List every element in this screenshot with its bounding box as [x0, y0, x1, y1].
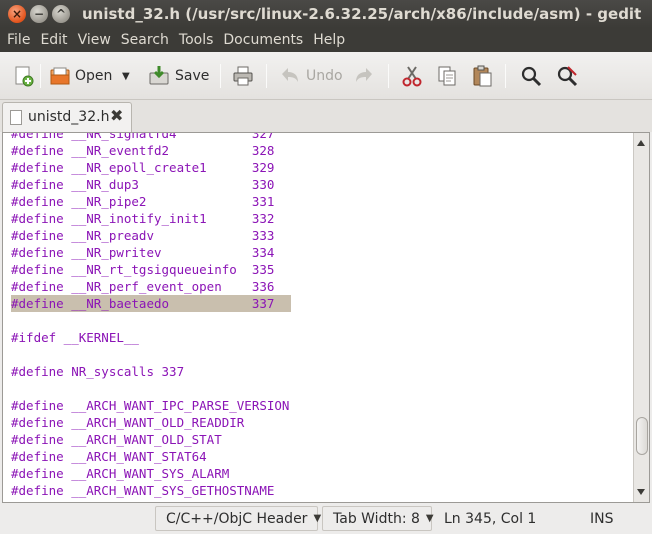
- document-icon: [10, 110, 22, 125]
- code-line: #define __NR_preadv 333: [11, 228, 275, 243]
- code-line: #define __NR_dup3 330: [11, 177, 275, 192]
- close-window-button[interactable]: ×: [8, 5, 26, 23]
- find-replace-button[interactable]: [556, 62, 578, 90]
- code-line: #define __ARCH_WANT_STAT64: [11, 449, 207, 464]
- chevron-down-icon: ▼: [122, 70, 130, 82]
- new-document-button[interactable]: [12, 62, 34, 90]
- cut-button[interactable]: [401, 62, 423, 90]
- code-line: #define __ARCH_WANT_OLD_STAT: [11, 432, 222, 447]
- text-editor[interactable]: #define __NR_signalfd4 327 #define __NR_e…: [3, 133, 633, 502]
- print-button[interactable]: [232, 62, 254, 90]
- window-title: unistd_32.h (/usr/src/linux-2.6.32.25/ar…: [82, 5, 642, 23]
- undo-button[interactable]: Undo: [279, 62, 343, 90]
- code-line: #define __ARCH_WANT_IPC_PARSE_VERSION: [11, 398, 290, 413]
- copy-icon: [438, 66, 456, 86]
- code-line: #define __NR_epoll_create1 329: [11, 160, 275, 175]
- code-line: #define NR_syscalls 337: [11, 364, 185, 379]
- code-line: #define __NR_eventfd2 328: [11, 143, 275, 158]
- close-icon: ×: [11, 7, 23, 21]
- undo-label: Undo: [306, 68, 343, 84]
- title-bar: × − ^ unistd_32.h (/usr/src/linux-2.6.32…: [0, 0, 652, 28]
- undo-icon: [282, 68, 298, 82]
- redo-icon: [356, 68, 372, 82]
- vertical-scrollbar[interactable]: [633, 133, 649, 502]
- menu-tools[interactable]: Tools: [172, 32, 214, 48]
- open-recent-dropdown[interactable]: ▼: [122, 62, 130, 90]
- code-line: #define __NR_signalfd4 327: [11, 133, 275, 141]
- paste-button[interactable]: [471, 62, 493, 90]
- toolbar-separator: [266, 64, 267, 88]
- editor-frame: #define __NR_signalfd4 327 #define __NR_e…: [2, 132, 650, 503]
- open-button[interactable]: Open: [49, 62, 112, 90]
- language-selector[interactable]: C/C++/ObjC Header ▼: [155, 506, 322, 531]
- scissors-icon: [402, 66, 422, 87]
- tab-width-label: Tab Width: 8: [333, 510, 420, 527]
- tab-unistd-32-h[interactable]: unistd_32.h ✖: [2, 102, 132, 132]
- menu-documents[interactable]: Documents: [216, 32, 303, 48]
- code-content: #define __NR_signalfd4 327 #define __NR_e…: [11, 133, 291, 499]
- scroll-up-arrow-icon[interactable]: [637, 140, 645, 146]
- menu-bar: File Edit View Search Tools Documents He…: [0, 28, 652, 52]
- code-line: #define __NR_rt_tgsigqueueinfo 335: [11, 262, 275, 277]
- open-label: Open: [75, 68, 113, 84]
- magnifier-icon: [521, 66, 542, 87]
- code-line: #ifdef __KERNEL__: [11, 330, 139, 345]
- tab-label: unistd_32.h: [28, 109, 110, 125]
- toolbar-separator: [505, 64, 506, 88]
- menu-file[interactable]: File: [0, 32, 30, 48]
- minimize-window-button[interactable]: −: [30, 5, 48, 23]
- chevron-down-icon: ▼: [425, 513, 434, 524]
- minimize-icon: −: [33, 7, 45, 21]
- code-line: #define __ARCH_WANT_OLD_READDIR: [11, 415, 245, 430]
- save-icon: [149, 66, 169, 85]
- menu-help[interactable]: Help: [306, 32, 345, 48]
- new-document-icon: [15, 66, 34, 87]
- code-line: #define __NR_pwritev 334: [11, 245, 275, 260]
- maximize-window-button[interactable]: ^: [52, 5, 70, 23]
- maximize-icon: ^: [55, 7, 67, 21]
- toolbar: Open ▼ Save Undo: [0, 52, 652, 100]
- code-line: #define __NR_baetaedo 337: [11, 295, 291, 312]
- code-line: #define __NR_perf_event_open 336: [11, 279, 275, 294]
- toolbar-separator: [388, 64, 389, 88]
- save-label: Save: [175, 68, 210, 84]
- find-replace-icon: [557, 66, 578, 87]
- toolbar-separator: [220, 64, 221, 88]
- printer-icon: [233, 66, 253, 86]
- language-label: C/C++/ObjC Header: [166, 510, 308, 527]
- scroll-down-arrow-icon[interactable]: [637, 489, 645, 495]
- code-line: #define __ARCH_WANT_SYS_GETHOSTNAME: [11, 483, 275, 498]
- insert-mode: INS: [590, 510, 614, 527]
- chevron-down-icon: ▼: [313, 513, 322, 524]
- toolbar-separator: [40, 64, 41, 88]
- close-tab-icon[interactable]: ✖: [110, 106, 123, 125]
- copy-button[interactable]: [436, 62, 458, 90]
- paste-icon: [473, 65, 492, 87]
- open-folder-icon: [50, 67, 70, 85]
- code-line: #define __NR_pipe2 331: [11, 194, 275, 209]
- document-tab-bar: unistd_32.h ✖: [0, 100, 652, 132]
- status-bar: C/C++/ObjC Header ▼ Tab Width: 8 ▼ Ln 34…: [0, 503, 652, 534]
- menu-edit[interactable]: Edit: [33, 32, 67, 48]
- menu-search[interactable]: Search: [114, 32, 169, 48]
- find-button[interactable]: [520, 62, 542, 90]
- cursor-position: Ln 345, Col 1: [444, 510, 537, 527]
- code-line: #define __NR_inotify_init1 332: [11, 211, 275, 226]
- code-line: #define __ARCH_WANT_SYS_ALARM: [11, 466, 230, 481]
- tab-width-selector[interactable]: Tab Width: 8 ▼: [322, 506, 434, 531]
- save-button[interactable]: Save: [148, 62, 209, 90]
- scrollbar-thumb[interactable]: [636, 416, 648, 455]
- redo-button[interactable]: [353, 62, 375, 90]
- menu-view[interactable]: View: [71, 32, 111, 48]
